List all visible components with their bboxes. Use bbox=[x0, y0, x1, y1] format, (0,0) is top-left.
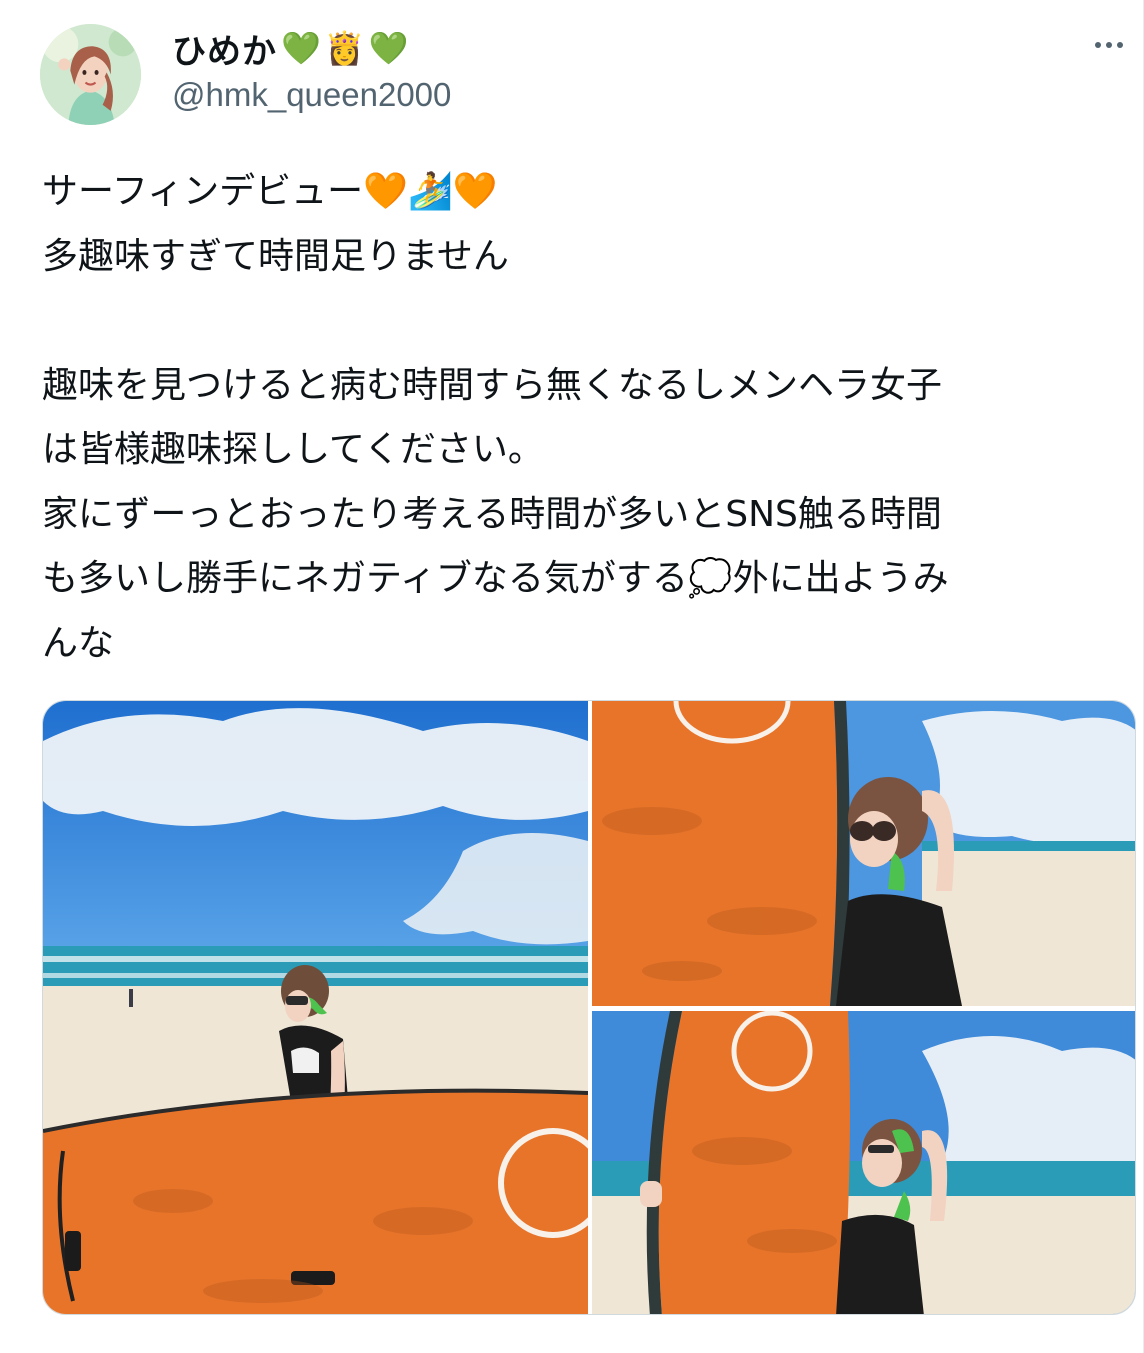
princess-icon: 👸 bbox=[324, 29, 365, 67]
tweet-line: 趣味を見つけると病む時間すら無くなるしメンヘラ女子 bbox=[42, 364, 943, 406]
surfboard-standing-photo[interactable] bbox=[592, 701, 1135, 1006]
more-dots-icon bbox=[1106, 42, 1112, 48]
tweet-card: ひめか 💚 👸 💚 @hmk_queen2000 サーフィンデビュー🧡🏄🧡 多趣… bbox=[0, 0, 1144, 1353]
more-options-button[interactable] bbox=[1089, 30, 1129, 60]
orange-heart-icon: 🧡 bbox=[363, 171, 408, 212]
thought-balloon-icon: 💭 bbox=[687, 558, 733, 599]
surfer-icon: 🏄 bbox=[407, 171, 453, 212]
tweet-line: 家にずーっとおったり考える時間が多いとSNS触る時間 bbox=[42, 493, 942, 535]
surfboard-lookup-photo[interactable] bbox=[592, 1011, 1135, 1314]
tweet-line: んな bbox=[42, 622, 115, 664]
orange-heart-icon: 🧡 bbox=[452, 171, 498, 212]
tweet-line: は皆様趣味探ししてください。 bbox=[42, 429, 544, 470]
green-heart-icon: 💚 bbox=[281, 29, 321, 67]
avatar[interactable] bbox=[40, 24, 141, 125]
beach-surfboard-carry-photo[interactable] bbox=[43, 701, 588, 1314]
tweet-line: 多趣味すぎて時間足りません bbox=[42, 235, 509, 277]
more-dots-icon bbox=[1095, 42, 1101, 48]
user-handle[interactable]: @hmk_queen2000 bbox=[172, 76, 451, 114]
tweet-line: も多いし勝手にネガティブなる気がする bbox=[42, 558, 688, 599]
media-grid bbox=[42, 700, 1136, 1315]
green-heart-icon: 💚 bbox=[368, 29, 409, 67]
profile-photo-icon bbox=[40, 24, 141, 125]
author-name-row[interactable]: ひめか 💚 👸 💚 bbox=[172, 24, 409, 72]
tweet-text: サーフィンデビュー🧡🏄🧡 多趣味すぎて時間足りません 趣味を見つけると病む時間す… bbox=[42, 160, 1122, 676]
tweet-line: 外に出ようみ bbox=[732, 558, 949, 599]
display-name[interactable]: ひめか bbox=[172, 24, 277, 73]
more-dots-icon bbox=[1117, 42, 1123, 48]
tweet-line: サーフィンデビュー bbox=[42, 171, 364, 212]
